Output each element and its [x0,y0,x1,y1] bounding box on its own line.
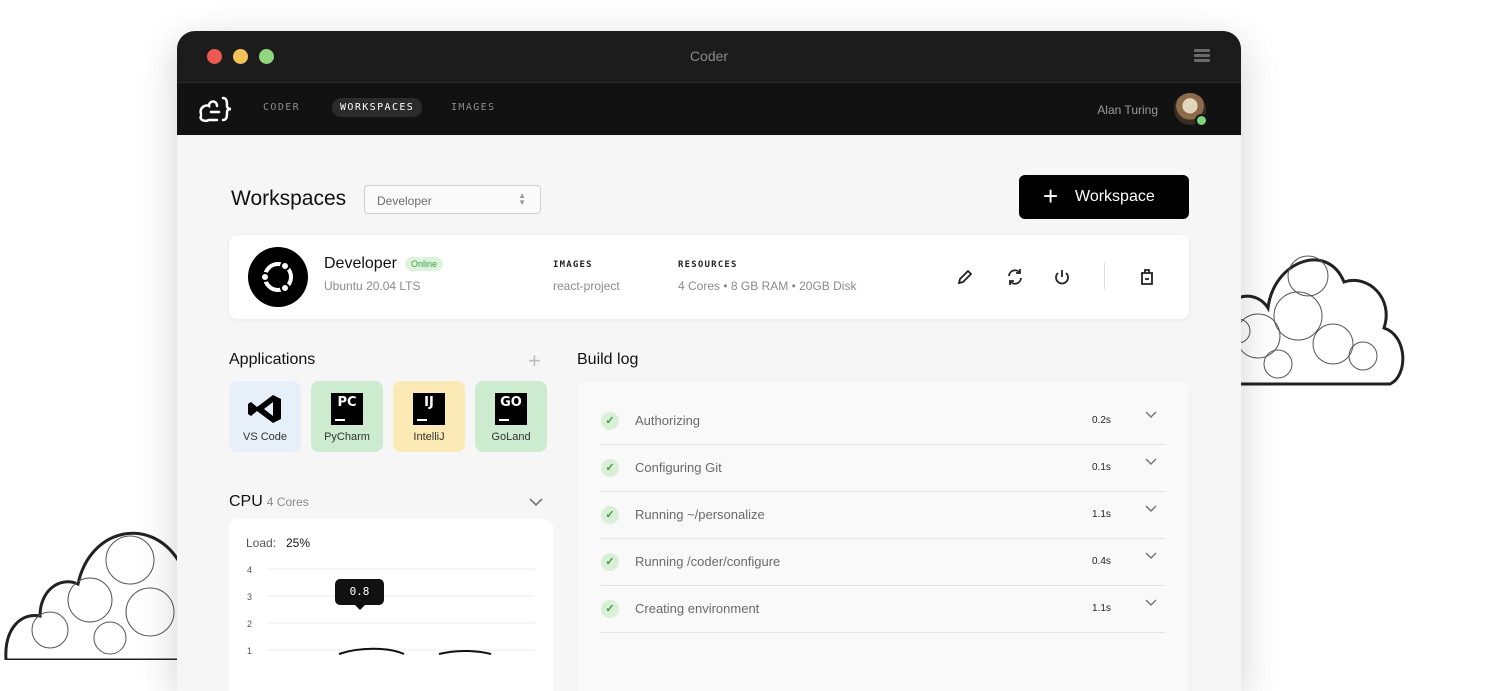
y-tick-label: 2 [247,619,252,629]
build-log-row[interactable]: ✓ Running ~/personalize 1.1s [601,491,1165,539]
y-tick-label: 4 [247,565,252,575]
build-log-row[interactable]: ✓ Creating environment 1.1s [601,585,1165,633]
cpu-cores: 4 Cores [266,495,309,509]
cpu-title: CPU 4 Cores [229,493,309,511]
online-status-dot [1195,114,1208,127]
log-step-label: Configuring Git [635,460,722,475]
images-label: IMAGES [553,260,593,270]
avatar[interactable] [1174,93,1208,127]
window-title: Coder [689,48,729,64]
y-tick-label: 1 [247,646,252,656]
resources-value: 4 Cores • 8 GB RAM • 20GB Disk [678,279,857,293]
app-name: PyCharm [324,431,370,443]
user-name: Alan Turing [1097,103,1158,117]
top-nav: CODER WORKSPACES IMAGES Alan Turing [177,83,1241,135]
expand-chevron-icon[interactable] [1144,550,1158,564]
workspace-os: Ubuntu 20.04 LTS [324,279,421,293]
select-caret-icon: ▲ ▼ [518,191,526,207]
nav-workspaces[interactable]: WORKSPACES [332,98,423,117]
cpu-label: CPU [229,493,263,510]
status-badge: Online [405,257,444,271]
app-name: GoLand [491,431,531,443]
log-step-time: 1.1s [1092,603,1111,614]
log-step-label: Running ~/personalize [635,507,765,522]
build-log-title: Build log [577,351,639,368]
log-step-time: 0.2s [1092,415,1111,426]
add-application-icon[interactable]: + [528,348,541,374]
workspace-card[interactable]: Developer Online Ubuntu 20.04 LTS IMAGES… [229,235,1189,319]
log-step-time: 0.4s [1092,556,1111,567]
build-log-row[interactable]: ✓ Running /coder/configure 0.4s [601,538,1165,586]
cloud-illustration-left [4,531,198,660]
log-step-label: Authorizing [635,413,701,428]
app-tile-goland[interactable]: GO GoLand [475,381,547,452]
check-icon: ✓ [601,459,619,477]
app-name: IntelliJ [413,431,445,443]
build-log-row[interactable]: ✓ Authorizing 0.2s [601,397,1165,445]
applications-title: Applications [229,351,316,368]
expand-chevron-icon[interactable] [1144,456,1158,470]
add-workspace-label: Workspace [1075,188,1155,205]
workspace-filter-select[interactable]: Developer ▲ ▼ [364,185,541,214]
delete-icon[interactable] [1135,265,1159,289]
cpu-collapse-chevron-icon[interactable] [529,496,543,510]
add-workspace-button[interactable]: + Workspace [1019,175,1189,219]
cpu-chart: 4 3 2 1 [247,565,535,656]
check-icon: ✓ [601,553,619,571]
workspace-name: Developer [324,255,397,272]
expand-chevron-icon[interactable] [1144,503,1158,517]
power-icon[interactable] [1050,265,1074,289]
vscode-icon [248,395,281,423]
page-title: Workspaces [231,187,347,210]
actions-divider [1104,263,1105,289]
nav-coder[interactable]: CODER [263,102,300,113]
log-step-time: 0.1s [1092,462,1111,473]
select-value: Developer [377,194,432,208]
cpu-card: Load: 25% 4 3 2 1 [229,519,553,691]
check-icon: ✓ [601,412,619,430]
check-icon: ✓ [601,506,619,524]
title-bar: Coder [177,31,1241,83]
images-value: react-project [553,279,620,293]
build-log-row[interactable]: ✓ Configuring Git 0.1s [601,444,1165,492]
pycharm-icon: PC [331,393,363,425]
build-log-card: ✓ Authorizing 0.2s ✓ Configuring Git 0.1s ✓ Run… [577,381,1189,691]
expand-chevron-icon[interactable] [1144,409,1158,423]
ubuntu-icon [248,247,308,307]
resources-label: RESOURCES [678,260,738,270]
load-value: 25% [286,536,311,550]
load-label: Load: [246,536,277,550]
y-tick-label: 3 [247,592,252,602]
chart-tooltip: 0.8 [335,579,384,610]
app-tile-pycharm[interactable]: PC PyCharm [311,381,383,452]
menu-icon[interactable] [1194,49,1210,64]
log-step-label: Running /coder/configure [635,554,781,569]
log-step-time: 1.1s [1092,509,1111,520]
log-step-label: Creating environment [635,601,760,616]
nav-images[interactable]: IMAGES [451,102,496,113]
main-content: Workspaces Developer ▲ ▼ + Workspace Deve… [177,135,1241,691]
refresh-icon[interactable] [1003,265,1027,289]
plus-icon: + [1043,181,1059,211]
edit-icon[interactable] [953,265,977,289]
app-name: VS Code [242,431,288,443]
coder-logo-icon[interactable] [197,94,235,124]
expand-chevron-icon[interactable] [1144,597,1158,611]
app-tile-intellij[interactable]: IJ IntelliJ [393,381,465,452]
intellij-icon: IJ [413,393,445,425]
app-tile-vscode[interactable]: VS Code [229,381,301,452]
goland-icon: GO [495,393,527,425]
check-icon: ✓ [601,600,619,618]
